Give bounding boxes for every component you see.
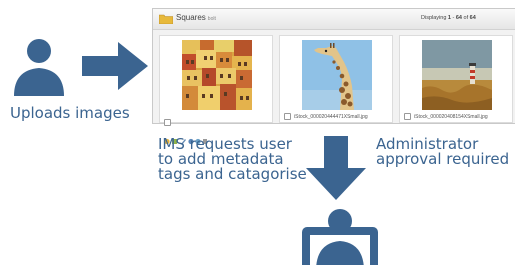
admin-approval-text: Administrator approval required xyxy=(376,135,510,168)
image-manager-window: Squares bolt Displaying 1 - 64 of 64 iSt… xyxy=(152,8,515,145)
folder-icon xyxy=(159,14,173,24)
arrow-right-icon xyxy=(82,42,148,90)
arrow-down-icon xyxy=(306,136,366,200)
card-caption: iStock_000020444471XSmall.jpg xyxy=(284,113,368,120)
window-title: Squares bolt xyxy=(176,13,216,22)
houses-thumbnail xyxy=(182,40,252,110)
image-card[interactable] xyxy=(159,35,273,145)
image-card[interactable]: iStock_000020444471XSmall.jpg xyxy=(279,35,393,123)
ims-request-text: IMS requests user to add metadata tags a… xyxy=(158,135,307,183)
select-checkbox[interactable] xyxy=(284,113,291,120)
giraffe-thumbnail xyxy=(302,40,372,110)
display-count: Displaying 1 - 64 of 64 xyxy=(421,15,476,21)
image-thumbnail[interactable] xyxy=(302,40,372,110)
select-checkbox[interactable] xyxy=(164,119,171,126)
card-toolbar xyxy=(164,112,224,145)
select-checkbox[interactable] xyxy=(404,113,411,120)
image-thumbnail[interactable] xyxy=(182,40,252,110)
card-caption: iStock_000020408154XSmall.jpg xyxy=(404,113,488,120)
image-card[interactable]: iStock_000020408154XSmall.jpg xyxy=(399,35,513,123)
window-titlebar: Squares bolt Displaying 1 - 64 of 64 xyxy=(153,9,515,30)
admin-laptop-icon xyxy=(302,209,378,265)
user-icon xyxy=(14,39,64,96)
lighthouse-thumbnail xyxy=(422,40,492,110)
image-thumbnail[interactable] xyxy=(422,40,492,110)
uploads-label: Uploads images xyxy=(10,104,130,122)
